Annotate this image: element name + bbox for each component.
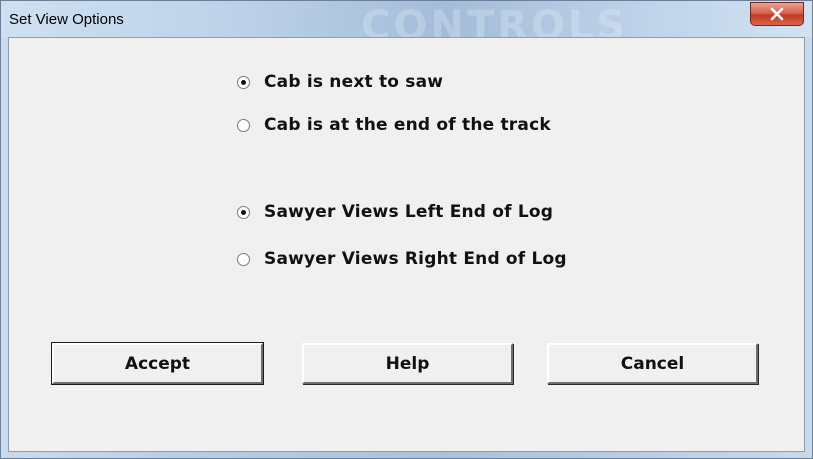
radio-button-unchecked[interactable] — [237, 252, 250, 266]
radio-label: Sawyer Views Right End of Log — [264, 249, 567, 269]
window-title: Set View Options — [9, 11, 124, 28]
radio-label: Sawyer Views Left End of Log — [264, 202, 554, 222]
radio-button-checked[interactable] — [237, 75, 250, 89]
radio-cab-next-to-saw[interactable]: Cab is next to saw — [237, 71, 443, 93]
radio-cab-end-of-track[interactable]: Cab is at the end of the track — [237, 114, 551, 136]
radio-sawyer-right-end[interactable]: Sawyer Views Right End of Log — [237, 248, 567, 270]
dialog-window: CONTROLS Set View Options Cab is next to… — [0, 0, 813, 459]
radio-sawyer-left-end[interactable]: Sawyer Views Left End of Log — [237, 201, 553, 223]
radio-label: Cab is at the end of the track — [264, 115, 551, 135]
help-button[interactable]: Help — [302, 343, 513, 384]
close-icon — [770, 7, 784, 21]
dialog-client-area: Cab is next to saw Cab is at the end of … — [8, 37, 805, 452]
radio-button-checked[interactable] — [237, 205, 250, 219]
radio-button-unchecked[interactable] — [237, 118, 250, 132]
close-button[interactable] — [750, 2, 804, 26]
accept-button[interactable]: Accept — [51, 342, 264, 385]
title-bar[interactable]: CONTROLS Set View Options — [1, 1, 812, 49]
radio-label: Cab is next to saw — [264, 72, 444, 92]
cancel-button[interactable]: Cancel — [547, 343, 758, 384]
